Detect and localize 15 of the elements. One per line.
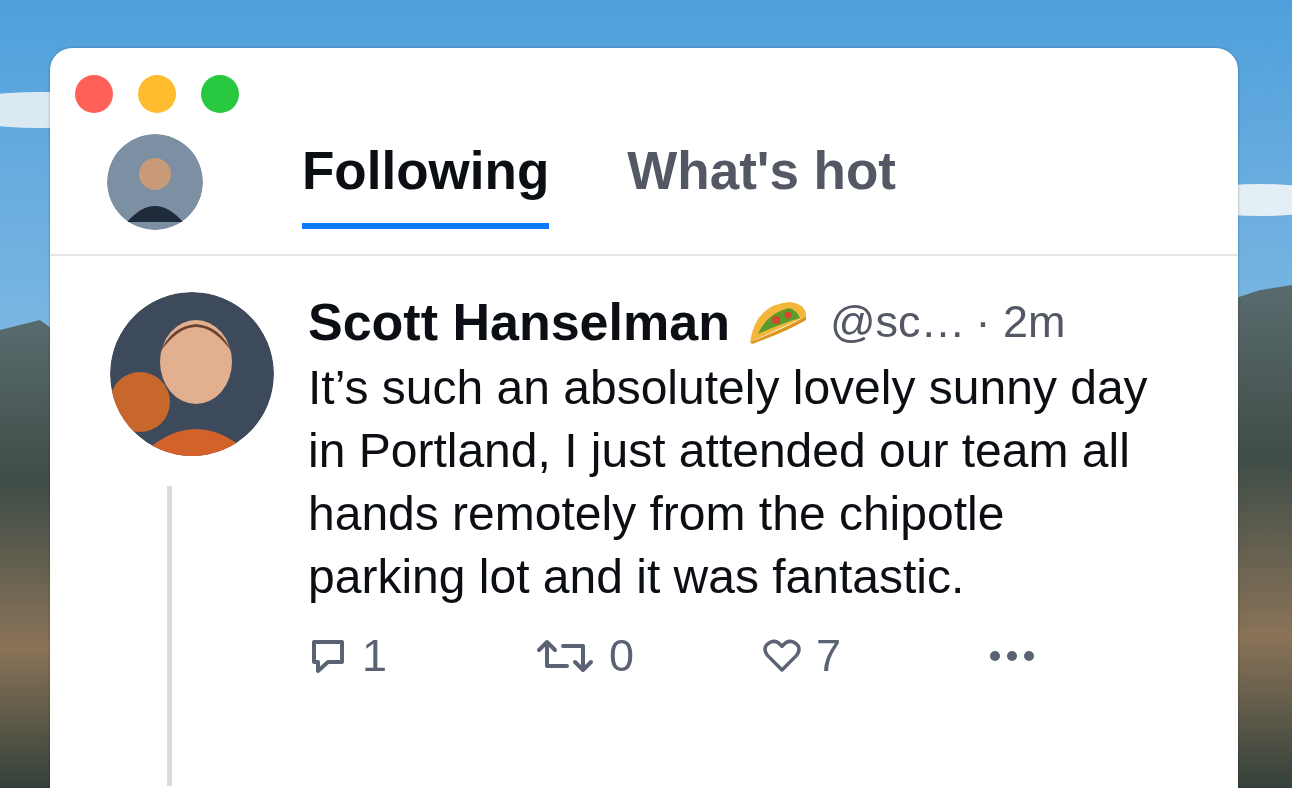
like-button[interactable]: 7 xyxy=(762,630,989,682)
more-button[interactable] xyxy=(989,650,1035,662)
close-button[interactable] xyxy=(75,75,113,113)
post-text: It’s such an absolutely lovely sunny day in Portland, I just attended our team all hands remotely from the chipotle parking lot and it was fantastic. xyxy=(308,360,1149,605)
tab[interactable]: Following xyxy=(302,134,550,229)
tab[interactable]: What's hot xyxy=(627,134,896,229)
author-handle[interactable]: @sc… xyxy=(829,296,966,348)
post-time: · 2m xyxy=(975,296,1066,348)
reply-button[interactable]: 1 xyxy=(308,630,535,682)
avatar[interactable] xyxy=(107,134,203,230)
more-icon xyxy=(989,650,1035,662)
zoom-button[interactable] xyxy=(201,75,239,113)
minimize-button[interactable] xyxy=(138,75,176,113)
repost-button[interactable]: 0 xyxy=(535,630,762,682)
author-name[interactable]: Scott Hanselman xyxy=(308,292,730,352)
